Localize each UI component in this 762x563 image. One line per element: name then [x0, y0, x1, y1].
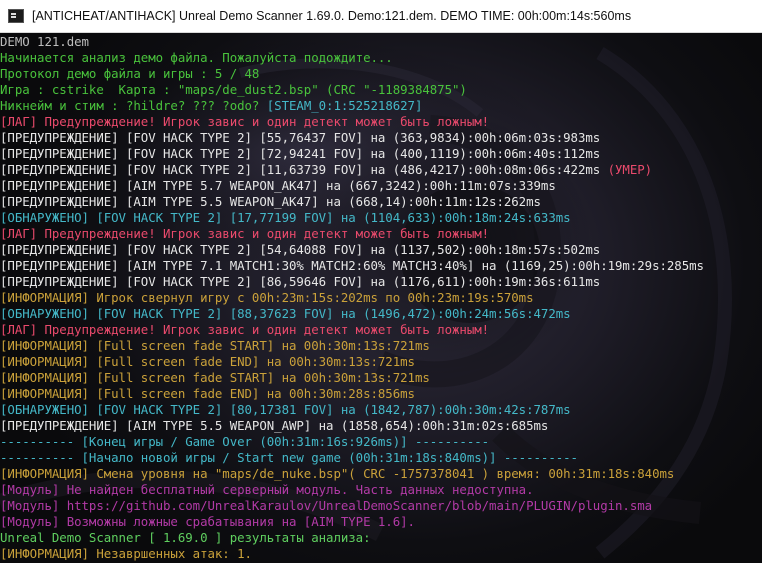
console-app-icon — [8, 9, 24, 23]
console-line-segment: Начинается анализ демо файла. Пожалуйста… — [0, 50, 393, 65]
console-line: [ПРЕДУПРЕЖДЕНИЕ] [AIM TYPE 5.5 WEAPON_AW… — [0, 418, 762, 434]
console-line-segment: Протокол демо файла и игры : 5 / 48 — [0, 66, 260, 81]
console-line-segment: [ИНФОРМАЦИЯ] Незавршенных атак: 1. — [0, 546, 252, 561]
console-line: [ИНФОРМАЦИЯ] [Full screen fade END] на 0… — [0, 386, 762, 402]
console-line-segment: [ПРЕДУПРЕЖДЕНИЕ] [FOV HACK TYPE 2] [72,9… — [0, 146, 601, 161]
console-line: [ЛАГ] Предупреждение! Игрок завис и один… — [0, 114, 762, 130]
console-line-segment: [ПРЕДУПРЕЖДЕНИЕ] [FOV HACK TYPE 2] [55,7… — [0, 130, 601, 145]
console-line: [ИНФОРМАЦИЯ] [Full screen fade START] на… — [0, 370, 762, 386]
console-line-segment: [ПРЕДУПРЕЖДЕНИЕ] [AIM TYPE 5.5 WEAPON_AK… — [0, 194, 541, 209]
console-line-segment: [STEAM_0:1:525218627] — [266, 98, 423, 113]
console-line: [ПРЕДУПРЕЖДЕНИЕ] [FOV HACK TYPE 2] [11,6… — [0, 162, 762, 178]
console-line: [Модуль] Возможны ложные срабатывания на… — [0, 514, 762, 530]
console-line-segment: Никнейм и стим : ?hildre? ??? ?odo? — [0, 98, 267, 113]
console-line-segment: [Модуль] Не найден бесплатный серверный … — [0, 482, 534, 497]
console-line: [ИНФОРМАЦИЯ] [Full screen fade END] на 0… — [0, 354, 762, 370]
console-line-segment: ---------- [Начало новой игры / Start ne… — [0, 450, 578, 465]
console-line: [ПРЕДУПРЕЖДЕНИЕ] [FOV HACK TYPE 2] [54,6… — [0, 242, 762, 258]
console-line: [ПРЕДУПРЕЖДЕНИЕ] [FOV HACK TYPE 2] [55,7… — [0, 130, 762, 146]
console-line-segment: [ПРЕДУПРЕЖДЕНИЕ] [FOV HACK TYPE 2] [86,5… — [0, 274, 601, 289]
console-line: [ПРЕДУПРЕЖДЕНИЕ] [FOV HACK TYPE 2] [86,5… — [0, 274, 762, 290]
console-line: [Модуль] https://github.com/UnrealKaraul… — [0, 498, 762, 514]
console-line-segment: [ЛАГ] Предупреждение! Игрок завис и один… — [0, 322, 490, 337]
console-line: [ПРЕДУПРЕЖДЕНИЕ] [FOV HACK TYPE 2] [72,9… — [0, 146, 762, 162]
console-line-segment: [ИНФОРМАЦИЯ] [Full screen fade END] на 0… — [0, 386, 415, 401]
console-line-segment: Игра : cstrike Карта : "maps/de_dust2.bs… — [0, 82, 467, 97]
console-line: [ИНФОРМАЦИЯ] Смена уровня на "maps/de_nu… — [0, 466, 762, 482]
console-line: Игра : cstrike Карта : "maps/de_dust2.bs… — [0, 82, 762, 98]
console-line-segment: [ПРЕДУПРЕЖДЕНИЕ] [FOV HACK TYPE 2] [54,6… — [0, 242, 601, 257]
console-line: [ПРЕДУПРЕЖДЕНИЕ] [AIM TYPE 5.5 WEAPON_AK… — [0, 194, 762, 210]
console-line-segment: [ОБНАРУЖЕНО] [FOV HACK TYPE 2] [17,77199… — [0, 210, 571, 225]
window-title: [ANTICHEAT/ANTIHACK] Unreal Demo Scanner… — [32, 9, 632, 23]
console-line-segment: [ИНФОРМАЦИЯ] Игрок свернул игру с 00h:23… — [0, 290, 534, 305]
console-line: [ЛАГ] Предупреждение! Игрок завис и один… — [0, 322, 762, 338]
console-line: [ОБНАРУЖЕНО] [FOV HACK TYPE 2] [88,37623… — [0, 306, 762, 322]
console-line: DEMO 121.dem — [0, 34, 762, 50]
console-line: [ПРЕДУПРЕЖДЕНИЕ] [AIM TYPE 7.1 MATCH1:30… — [0, 258, 762, 274]
title-bar[interactable]: [ANTICHEAT/ANTIHACK] Unreal Demo Scanner… — [0, 0, 762, 33]
console-line-segment: [ИНФОРМАЦИЯ] [Full screen fade END] на 0… — [0, 354, 415, 369]
console-line: [ОБНАРУЖЕНО] [FOV HACK TYPE 2] [17,77199… — [0, 210, 762, 226]
console-line-segment: [ИНФОРМАЦИЯ] Смена уровня на "maps/de_nu… — [0, 466, 675, 481]
console-line: Unreal Demo Scanner [ 1.69.0 ] результат… — [0, 530, 762, 546]
console-line-segment: (УМЕР) — [607, 162, 653, 177]
console-line: Протокол демо файла и игры : 5 / 48 — [0, 66, 762, 82]
console-line: [ЛАГ] Предупреждение! Игрок завис и один… — [0, 226, 762, 242]
console-line: [Модуль] Не найден бесплатный серверный … — [0, 482, 762, 498]
console-line-segment: [ИНФОРМАЦИЯ] [Full screen fade START] на… — [0, 338, 430, 353]
console-line: ---------- [Начало новой игры / Start ne… — [0, 450, 762, 466]
console-line-segment: DEMO 121.dem — [0, 34, 89, 49]
console-line-segment: [ОБНАРУЖЕНО] [FOV HACK TYPE 2] [88,37623… — [0, 306, 571, 321]
console-line: Начинается анализ демо файла. Пожалуйста… — [0, 50, 762, 66]
console-line: [ПРЕДУПРЕЖДЕНИЕ] [AIM TYPE 5.7 WEAPON_AK… — [0, 178, 762, 194]
console-line-segment: [ПРЕДУПРЕЖДЕНИЕ] [AIM TYPE 5.5 WEAPON_AW… — [0, 418, 549, 433]
console-lines: DEMO 121.dem Начинается анализ демо файла… — [0, 34, 762, 562]
console-line-segment: [ПРЕДУПРЕЖДЕНИЕ] [AIM TYPE 7.1 MATCH1:30… — [0, 258, 704, 273]
console-line-segment: [ЛАГ] Предупреждение! Игрок завис и один… — [0, 226, 490, 241]
console-line-segment: [ОБНАРУЖЕНО] [FOV HACK TYPE 2] [80,17381… — [0, 402, 571, 417]
console-line: [ИНФОРМАЦИЯ] Игрок свернул игру с 00h:23… — [0, 290, 762, 306]
console-line-segment: [ИНФОРМАЦИЯ] [Full screen fade START] на… — [0, 370, 430, 385]
console-window: [ANTICHEAT/ANTIHACK] Unreal Demo Scanner… — [0, 0, 762, 563]
console-line-segment: Unreal Demo Scanner [ 1.69.0 ] результат… — [0, 530, 371, 545]
console-line-segment: [ПРЕДУПРЕЖДЕНИЕ] [FOV HACK TYPE 2] [11,6… — [0, 162, 608, 177]
console-line-segment: [Модуль] https://github.com/UnrealKaraul… — [0, 498, 653, 513]
console-line: [ИНФОРМАЦИЯ] Незавршенных атак: 1. — [0, 546, 762, 562]
console-line-segment: [ЛАГ] Предупреждение! Игрок завис и один… — [0, 114, 490, 129]
console-output[interactable]: DEMO 121.dem Начинается анализ демо файла… — [0, 33, 762, 563]
console-line: [ОБНАРУЖЕНО] [FOV HACK TYPE 2] [80,17381… — [0, 402, 762, 418]
console-line-segment: ---------- [Конец игры / Game Over (00h:… — [0, 434, 490, 449]
console-line: Никнейм и стим : ?hildre? ??? ?odo? [STE… — [0, 98, 762, 114]
console-line-segment: [Модуль] Возможны ложные срабатывания на… — [0, 514, 415, 529]
console-line: ---------- [Конец игры / Game Over (00h:… — [0, 434, 762, 450]
console-line: [ИНФОРМАЦИЯ] [Full screen fade START] на… — [0, 338, 762, 354]
console-line-segment: [ПРЕДУПРЕЖДЕНИЕ] [AIM TYPE 5.7 WEAPON_AK… — [0, 178, 556, 193]
